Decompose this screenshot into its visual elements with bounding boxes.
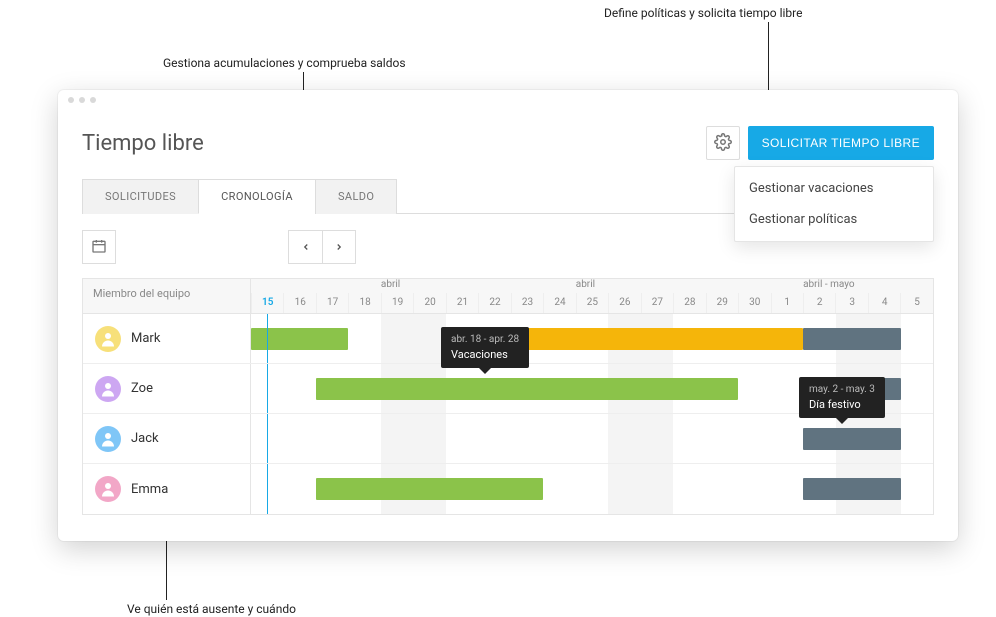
settings-menu: Gestionar vacaciones Gestionar políticas: [734, 166, 934, 242]
today-line: [267, 314, 268, 363]
member-cell[interactable]: Jack: [83, 414, 251, 463]
timeline-lane: [251, 414, 933, 463]
day-header: 19: [381, 293, 413, 313]
member-name: Emma: [131, 482, 168, 497]
timeline-bar[interactable]: [511, 328, 803, 350]
day-header: 18: [348, 293, 380, 313]
app-window: Tiempo libre SOLICITAR TIEMPO LIBRE Gest…: [58, 90, 958, 541]
calendar-icon: [91, 238, 107, 257]
menu-manage-policies[interactable]: Gestionar políticas: [735, 204, 933, 235]
tooltip-vacation: abr. 18 - apr. 28 Vacaciones: [441, 327, 529, 368]
today-line: [267, 464, 268, 514]
day-header: 29: [706, 293, 738, 313]
day-header: 1: [771, 293, 803, 313]
timeline-bar[interactable]: [316, 478, 543, 500]
chevron-left-icon: [301, 240, 311, 255]
day-header: 20: [413, 293, 445, 313]
day-header: 21: [446, 293, 478, 313]
callout-see-absent: Ve quién está ausente y cuándo: [127, 602, 296, 616]
window-dot: [68, 97, 74, 103]
day-header: 3: [835, 293, 867, 313]
day-header: 27: [641, 293, 673, 313]
day-header: 4: [868, 293, 900, 313]
month-label: abril - mayo: [803, 279, 855, 290]
tooltip-label: Día festivo: [809, 398, 861, 411]
month-label: abril: [381, 279, 400, 290]
callout-define-policies: Define políticas y solicita tiempo libre: [604, 6, 803, 20]
tooltip-dates: may. 2 - may. 3: [809, 383, 875, 397]
day-header: 17: [316, 293, 348, 313]
day-header: 30: [738, 293, 770, 313]
timeline-bar[interactable]: [803, 428, 900, 450]
tab-timeline[interactable]: CRONOLOGÍA: [198, 179, 316, 214]
timeline-bar[interactable]: [803, 478, 900, 500]
tooltip-label: Vacaciones: [451, 348, 508, 361]
timeline-bar[interactable]: [803, 328, 900, 350]
timeline-row: Jack: [83, 414, 933, 464]
day-header: 16: [283, 293, 315, 313]
tooltip-holiday: may. 2 - may. 3 Día festivo: [799, 377, 885, 418]
day-header: 23: [511, 293, 543, 313]
day-header: 24: [543, 293, 575, 313]
weekend-stripe: [608, 464, 673, 514]
timeline-bar[interactable]: [316, 378, 738, 400]
tab-requests[interactable]: SOLICITUDES: [82, 179, 199, 214]
member-name: Jack: [131, 431, 159, 446]
avatar: [95, 376, 121, 402]
weekend-stripe: [381, 314, 446, 363]
request-time-off-button[interactable]: SOLICITAR TIEMPO LIBRE: [748, 126, 934, 160]
member-cell[interactable]: Emma: [83, 464, 251, 514]
today-line: [267, 414, 268, 463]
timeline-row: Emma: [83, 464, 933, 514]
avatar: [95, 426, 121, 452]
timeline-lane: [251, 464, 933, 514]
chevron-right-icon: [334, 240, 344, 255]
page-title: Tiempo libre: [82, 131, 204, 156]
window-dot: [90, 97, 96, 103]
day-header: 5: [900, 293, 932, 313]
member-name: Zoe: [131, 381, 153, 396]
member-cell[interactable]: Mark: [83, 314, 251, 363]
tooltip-dates: abr. 18 - apr. 28: [451, 333, 519, 347]
weekend-stripe: [381, 414, 446, 463]
timeline-bar[interactable]: [251, 328, 348, 350]
day-header: 22: [478, 293, 510, 313]
day-header: 2: [803, 293, 835, 313]
timeline: Miembro del equipo abril abril abril - may…: [82, 278, 934, 515]
menu-manage-vacations[interactable]: Gestionar vacaciones: [735, 173, 933, 204]
avatar: [95, 326, 121, 352]
settings-button[interactable]: [706, 126, 740, 160]
callout-manage-balances: Gestiona acumulaciones y comprueba saldo…: [163, 56, 406, 70]
weekend-stripe: [608, 414, 673, 463]
member-column-header: Miembro del equipo: [83, 279, 251, 313]
avatar: [95, 476, 121, 502]
gear-icon: [714, 133, 732, 154]
tab-balance[interactable]: SALDO: [315, 179, 397, 214]
today-line: [267, 364, 268, 413]
day-header: 25: [576, 293, 608, 313]
day-header: 26: [608, 293, 640, 313]
calendar-button[interactable]: [82, 230, 116, 264]
prev-button[interactable]: [288, 230, 322, 264]
timeline-lane: [251, 314, 933, 363]
member-cell[interactable]: Zoe: [83, 364, 251, 413]
month-label: abril: [576, 279, 595, 290]
member-name: Mark: [131, 331, 160, 346]
day-header: 15: [251, 293, 283, 313]
window-dot: [79, 97, 85, 103]
day-header: 28: [673, 293, 705, 313]
next-button[interactable]: [322, 230, 356, 264]
window-titlebar: [58, 90, 958, 110]
